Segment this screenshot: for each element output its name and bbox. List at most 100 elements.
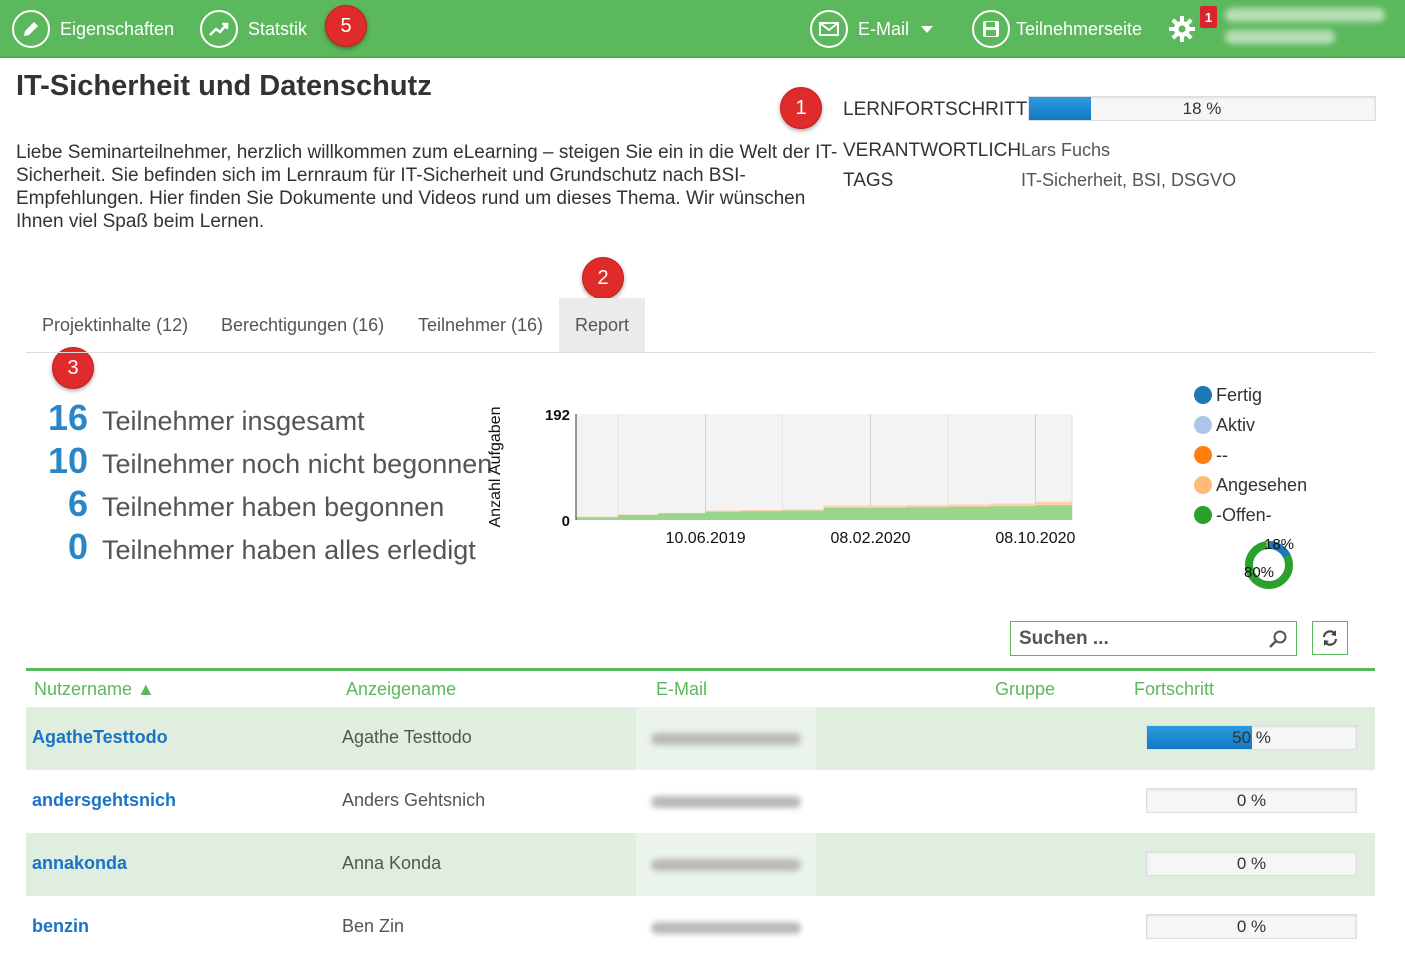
row-progress-bar: 50 %: [1146, 725, 1357, 750]
email-label: E-Mail: [858, 18, 910, 39]
stat-completed-value: 0: [67, 526, 88, 567]
email-redacted: [636, 707, 816, 770]
learning-progress-label: LERNFORTSCHRITT: [843, 99, 1028, 120]
display-name: Anders Gehtsnich: [342, 790, 486, 810]
tab-project-contents[interactable]: Projektinhalte (12): [26, 298, 204, 352]
statistics-button[interactable]: Statstik: [200, 0, 307, 58]
column-header-progress[interactable]: Fortschritt: [1134, 679, 1214, 700]
stat-started: 6 Teilnehmer haben begonnen: [26, 483, 444, 525]
chart-x-tick-label: 08.02.2020: [830, 530, 910, 547]
chart-x-tick-label: 08.10.2020: [995, 530, 1075, 547]
search-field[interactable]: [1010, 621, 1297, 656]
row-progress-text: 50 %: [1232, 727, 1271, 747]
display-name: Ben Zin: [342, 916, 405, 936]
search-input[interactable]: [1019, 627, 1259, 650]
username-link[interactable]: annakonda: [32, 853, 127, 874]
legend-item[interactable]: -Offen-: [1194, 500, 1307, 530]
top-navigation-bar: Eigenschaften Statstik E-Mail Teilnehmer…: [0, 0, 1405, 58]
refresh-button[interactable]: [1312, 621, 1348, 655]
tasks-area-chart: 192 0 10.06.2019 08.02.2020 08.10.2020 Anzahl…: [487, 407, 1076, 548]
donut-slice-label: 80%: [1244, 564, 1274, 581]
annotation-marker-5: 5: [325, 5, 367, 47]
stat-started-value: 6: [67, 483, 88, 524]
page-title: IT-Sicherheit und Datenschutz: [16, 70, 432, 102]
refresh-icon: [1322, 630, 1338, 646]
legend-label: --: [1216, 444, 1228, 465]
stat-total-label: Teilnehmer insgesamt: [102, 406, 365, 436]
stat-total-value: 16: [47, 397, 88, 438]
email-redacted: [636, 833, 816, 896]
legend-swatch: [1194, 506, 1212, 524]
legend-label: Aktiv: [1216, 414, 1256, 435]
column-header-username[interactable]: Nutzername ▲: [34, 679, 155, 700]
display-name: Agathe Testtodo: [342, 727, 472, 747]
legend-swatch: [1194, 476, 1212, 494]
legend-item[interactable]: Aktiv: [1194, 410, 1307, 440]
stat-not-started-label: Teilnehmer noch nicht begonnen: [102, 449, 493, 479]
email-redacted: [636, 896, 816, 959]
envelope-icon: [810, 10, 848, 48]
legend-label: Fertig: [1216, 384, 1263, 405]
stat-completed: 0 Teilnehmer haben alles erledigt: [26, 526, 476, 568]
search-icon[interactable]: [1268, 629, 1288, 649]
table-top-border: [26, 668, 1375, 671]
row-progress-text: 0 %: [1236, 790, 1267, 810]
tab-permissions[interactable]: Berechtigungen (16): [205, 298, 400, 352]
chart-legend: Fertig Aktiv -- Angesehen -Offen-: [1194, 380, 1307, 530]
chart-y-tick-label: 192: [545, 407, 570, 424]
responsible-label: VERANTWORTLICH: [843, 140, 1022, 161]
tab-participants[interactable]: Teilnehmer (16): [402, 298, 559, 352]
gear-icon: [1169, 16, 1195, 42]
column-header-email[interactable]: E-Mail: [656, 679, 707, 700]
legend-swatch: [1194, 386, 1212, 404]
display-name: Anna Konda: [342, 853, 442, 873]
stat-started-label: Teilnehmer haben begonnen: [102, 492, 445, 522]
course-description: Liebe Seminarteilnehmer, herzlich willko…: [16, 142, 838, 232]
notification-badge[interactable]: 1: [1200, 6, 1217, 28]
donut-slice-label: 18%: [1264, 536, 1294, 553]
statistics-label: Statstik: [248, 18, 308, 39]
row-progress-bar: 0 %: [1146, 851, 1357, 876]
legend-item[interactable]: --: [1194, 440, 1307, 470]
settings-button[interactable]: [1168, 0, 1196, 58]
username-link[interactable]: AgatheTesttodo: [32, 727, 168, 748]
tab-report[interactable]: Report: [559, 298, 646, 352]
stat-not-started-value: 10: [47, 440, 88, 481]
column-header-display-name[interactable]: Anzeigename: [346, 679, 456, 700]
course-progress-bar: 18 %: [1028, 96, 1376, 121]
username-link[interactable]: andersgehtsnich: [32, 790, 176, 811]
tags-value: IT-Sicherheit, BSI, DSGVO: [1021, 170, 1237, 190]
table-row: benzin Ben Zin 0 %: [26, 896, 1375, 959]
participant-page-button[interactable]: Teilnehmerseite: [972, 0, 1142, 58]
chart-y-axis-label: Anzahl Aufgaben: [487, 407, 504, 528]
chart-x-tick-label: 10.06.2019: [666, 530, 746, 547]
legend-label: -Offen-: [1216, 504, 1272, 525]
stat-total: 16 Teilnehmer insgesamt: [26, 397, 365, 439]
username-link[interactable]: benzin: [32, 916, 89, 937]
course-progress-text: 18 %: [1182, 98, 1222, 118]
legend-item[interactable]: Angesehen: [1194, 470, 1307, 500]
table-row: annakonda Anna Konda 0 %: [26, 833, 1375, 896]
responsible-value: Lars Fuchs: [1021, 140, 1111, 160]
legend-swatch: [1194, 446, 1212, 464]
email-redacted: [636, 770, 816, 833]
annotation-marker-2: 2: [582, 257, 624, 299]
table-row: andersgehtsnich Anders Gehtsnich 0 %: [26, 770, 1375, 833]
stat-not-started: 10 Teilnehmer noch nicht begonnen: [26, 440, 492, 482]
properties-label: Eigenschaften: [60, 18, 175, 39]
legend-swatch: [1194, 416, 1212, 434]
user-menu[interactable]: [1225, 8, 1395, 50]
legend-item[interactable]: Fertig: [1194, 380, 1307, 410]
column-header-group[interactable]: Gruppe: [995, 679, 1055, 700]
participant-page-label: Teilnehmerseite: [1016, 18, 1143, 39]
tab-bar: Projektinhalte (12) Berechtigungen (16) …: [26, 298, 1375, 353]
table-row: AgatheTesttodo Agathe Testtodo 50 %: [26, 707, 1375, 770]
tags-label: TAGS: [843, 170, 894, 191]
pencil-icon: [12, 10, 50, 48]
email-dropdown[interactable]: E-Mail: [810, 0, 934, 58]
legend-label: Angesehen: [1216, 474, 1308, 495]
properties-button[interactable]: Eigenschaften: [12, 0, 174, 58]
row-progress-bar: 0 %: [1146, 914, 1357, 939]
trending-up-icon: [200, 10, 238, 48]
stat-completed-label: Teilnehmer haben alles erledigt: [102, 535, 476, 565]
